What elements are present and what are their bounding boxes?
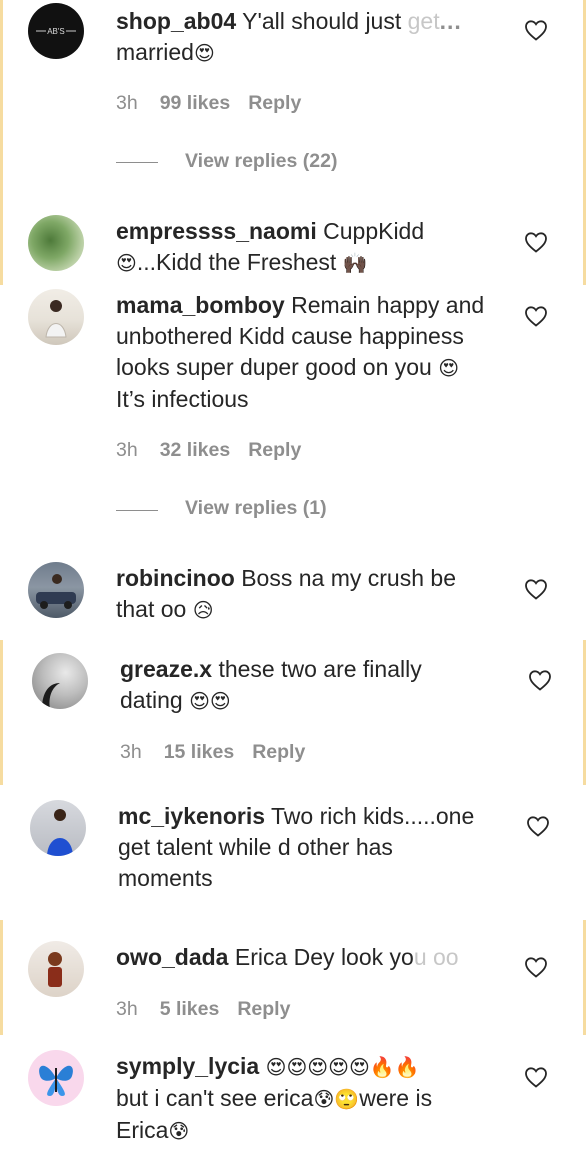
- comment-text: symply_lycia 😍😍😍😍😍🔥🔥 but i can't see eri…: [116, 1053, 433, 1143]
- comment-text: mama_bomboy Remain happy and unbothered …: [116, 292, 485, 412]
- comment-text: owo_dada Erica Dey look you oo: [116, 944, 459, 970]
- comment-text: greaze.x these two are finally dating 😍😍: [120, 656, 422, 713]
- left-edge-decoration: [0, 0, 3, 285]
- comment-username[interactable]: mama_bomboy: [116, 292, 285, 318]
- view-replies-divider: [116, 510, 158, 511]
- view-replies-button[interactable]: View replies (22): [185, 150, 337, 173]
- avatar[interactable]: [28, 289, 84, 345]
- comment-text: shop_ab04 Y'all should just get... marri…: [116, 8, 462, 65]
- comment-username[interactable]: symply_lycia: [116, 1053, 259, 1079]
- comment-username[interactable]: shop_ab04: [116, 8, 236, 34]
- heart-icon[interactable]: [524, 578, 548, 600]
- heart-icon[interactable]: [524, 1066, 548, 1088]
- comment-username[interactable]: greaze.x: [120, 656, 212, 682]
- comment-username[interactable]: owo_dada: [116, 944, 228, 970]
- view-replies-button[interactable]: View replies (1): [185, 497, 327, 520]
- reply-button[interactable]: Reply: [252, 741, 305, 763]
- likes-count[interactable]: 99 likes: [160, 92, 230, 114]
- avatar[interactable]: [28, 215, 84, 271]
- comment-text: robincinoo Boss na my crush be that oo 😥: [116, 565, 456, 622]
- avatar[interactable]: [28, 562, 84, 618]
- comment-meta: 3h 5 likes Reply: [116, 998, 308, 1021]
- heart-icon[interactable]: [526, 815, 550, 837]
- comment-time: 3h: [120, 741, 142, 763]
- comment-username[interactable]: robincinoo: [116, 565, 235, 591]
- heart-icon[interactable]: [524, 305, 548, 327]
- reply-button[interactable]: Reply: [248, 439, 301, 461]
- comment-username[interactable]: mc_iykenoris: [118, 803, 265, 829]
- comment-text: mc_iykenoris Two rich kids.....one get t…: [118, 803, 475, 891]
- comment-username[interactable]: empressss_naomi: [116, 218, 317, 244]
- comment-time: 3h: [116, 439, 138, 461]
- reply-button[interactable]: Reply: [237, 998, 290, 1020]
- likes-count[interactable]: 32 likes: [160, 439, 230, 461]
- comment-meta: 3h 32 likes Reply: [116, 439, 319, 462]
- avatar[interactable]: [28, 941, 84, 997]
- avatar[interactable]: [32, 653, 88, 709]
- comment-time: 3h: [116, 92, 138, 114]
- avatar[interactable]: AB'S: [28, 3, 84, 59]
- comment-meta: 3h 99 likes Reply: [116, 92, 319, 115]
- comment-time: 3h: [116, 998, 138, 1020]
- svg-text:AB'S: AB'S: [47, 27, 65, 36]
- left-edge-decoration: [0, 640, 3, 785]
- more-button[interactable]: ...: [440, 8, 462, 34]
- heart-icon[interactable]: [524, 19, 548, 41]
- reply-button[interactable]: Reply: [248, 92, 301, 114]
- heart-icon[interactable]: [524, 231, 548, 253]
- comment-text: empressss_naomi CuppKidd 😍...Kidd the Fr…: [116, 218, 425, 275]
- heart-icon[interactable]: [524, 956, 548, 978]
- likes-count[interactable]: 15 likes: [164, 741, 234, 763]
- likes-count[interactable]: 5 likes: [160, 998, 220, 1020]
- avatar[interactable]: [28, 1050, 84, 1106]
- comment-meta: 3h 15 likes Reply: [120, 741, 323, 764]
- avatar[interactable]: [30, 800, 86, 856]
- left-edge-decoration: [0, 920, 3, 1035]
- view-replies-divider: [116, 162, 158, 163]
- heart-icon[interactable]: [528, 669, 552, 691]
